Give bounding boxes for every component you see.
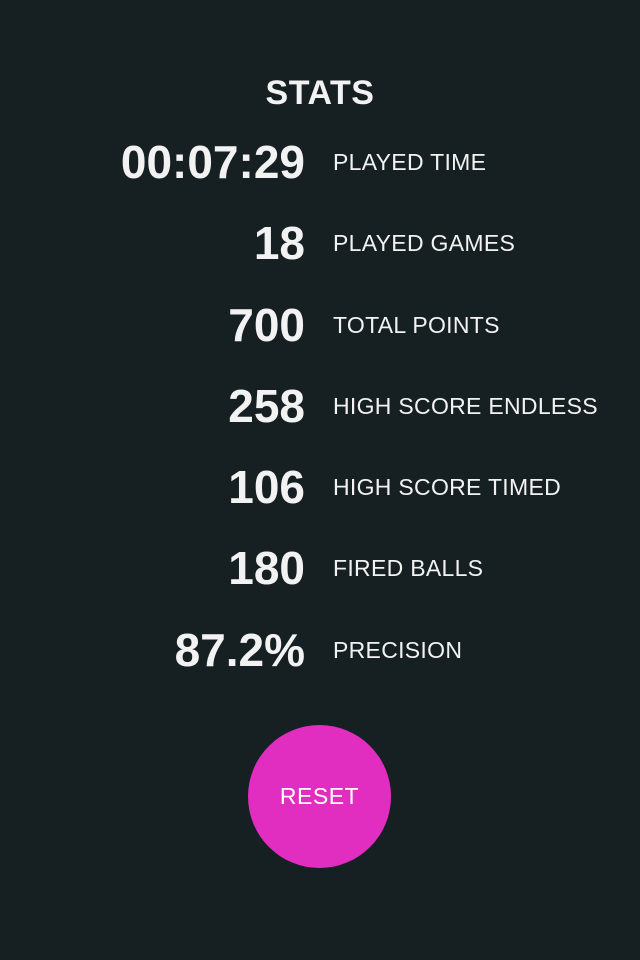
stat-label: PLAYED TIME	[333, 149, 487, 175]
stat-label: HIGH SCORE TIMED	[333, 474, 562, 501]
stat-value: 106	[228, 461, 305, 514]
stats-list: 00:07:29 PLAYED TIME 18 PLAYED GAMES 700…	[0, 134, 640, 703]
stat-label: FIRED BALLS	[333, 555, 484, 582]
page-title: STATS	[265, 74, 375, 112]
stat-row-high-score-timed: 106 HIGH SCORE TIMED	[0, 459, 640, 540]
stat-value: 18	[253, 217, 305, 270]
stat-value: 258	[228, 379, 305, 432]
stat-label: PLAYED GAMES	[333, 230, 516, 257]
stat-row-played-time: 00:07:29 PLAYED TIME	[0, 134, 640, 215]
stat-label: HIGH SCORE ENDLESS	[333, 392, 598, 419]
stat-label: PRECISION	[333, 636, 463, 663]
reset-button[interactable]: RESET	[248, 725, 391, 868]
stat-row-total-points: 700 TOTAL POINTS	[0, 297, 640, 378]
stat-row-precision: 87.2% PRECISION	[0, 622, 640, 703]
stat-row-fired-balls: 180 FIRED BALLS	[0, 540, 640, 621]
stat-label: TOTAL POINTS	[333, 311, 500, 338]
stat-row-played-games: 18 PLAYED GAMES	[0, 215, 640, 296]
stat-value: 00:07:29	[120, 136, 305, 188]
stat-row-high-score-endless: 258 HIGH SCORE ENDLESS	[0, 378, 640, 459]
stat-value: 87.2%	[174, 623, 305, 676]
stat-value: 180	[228, 542, 305, 595]
stat-value: 700	[228, 298, 305, 351]
